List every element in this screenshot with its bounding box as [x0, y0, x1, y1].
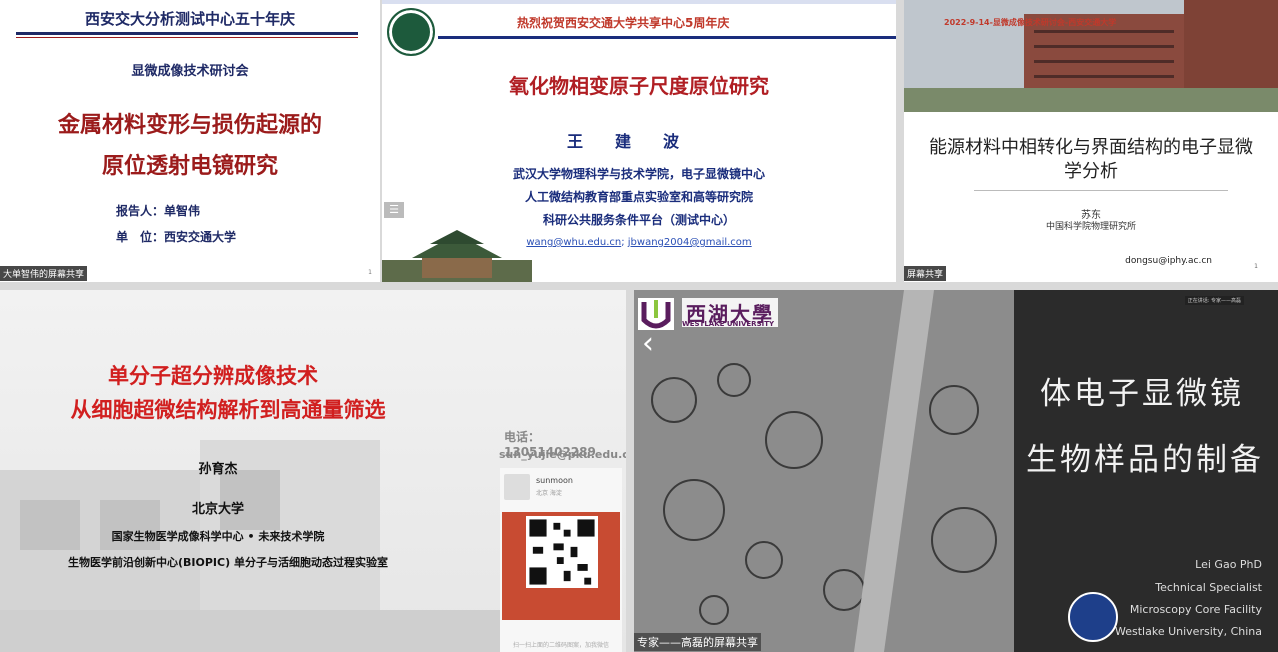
institute: 中国科学院物理研究所: [1045, 222, 1136, 232]
divider: [974, 190, 1228, 191]
affiliation: 单 位：西安交通大学: [116, 230, 237, 244]
slide-title-line2: 原位透射电镜研究: [101, 154, 278, 179]
wechat-card: sunmoon 北京 海淀 扫一扫上面的二维码图案，加我微信: [500, 468, 622, 652]
back-arrow-icon[interactable]: ‹: [642, 326, 654, 361]
facility: Microscopy Core Facility: [1129, 603, 1262, 616]
university: Westlake University, China: [1115, 625, 1262, 638]
slide-panel-5: 西湖大學 WESTLAKE UNIVERSITY ‹ 体电子显微镜 生物样品的制…: [634, 290, 1278, 652]
slide-header: 西安交大分析测试中心五十年庆: [84, 10, 295, 28]
slide-title-line2: 生物样品的制备: [1026, 442, 1264, 478]
divider: [16, 37, 358, 38]
slide-title-line1: 体电子显微镜: [1040, 376, 1244, 412]
slide-panel-1: 西安交大分析测试中心五十年庆 显微成像技术研讨会 金属材料变形与损伤起源的 原位…: [0, 0, 380, 282]
email-link-2[interactable]: jbwang2004@gmail.com: [628, 237, 752, 248]
speaker-indicator: 正在讲话: 专家——高磊: [1184, 296, 1244, 305]
divider: [438, 36, 896, 39]
facility-seal-icon: [1068, 592, 1118, 642]
slide-title-line2: 从细胞超微结构解析到高通量筛选: [70, 398, 386, 422]
slide-title: 氧化物相变原子尺度原位研究: [509, 74, 769, 98]
slide-title-line1: 单分子超分辨成像技术: [108, 364, 318, 388]
divider: [16, 32, 358, 35]
electron-micrograph-image: [634, 290, 1014, 652]
slide-subtitle: 显微成像技术研讨会: [131, 64, 249, 79]
slide-header: 2022-9-14-显微成像技术研讨会-西安交通大学: [944, 18, 1117, 27]
page-number: 1: [1254, 263, 1258, 270]
menu-icon[interactable]: ☰: [384, 202, 404, 218]
slide-title: 能源材料中相转化与界面结构的电子显微学分析: [929, 137, 1253, 182]
email: dongsu@iphy.ac.cn: [1125, 256, 1212, 266]
wechat-location: 北京 海淀: [536, 490, 562, 497]
affiliation-3: 科研公共服务条件平台（测试中心）: [542, 213, 735, 227]
qr-caption: 扫一扫上面的二维码图案，加我微信: [512, 642, 609, 649]
screen-share-label: 大单智伟的屏幕共享: [0, 266, 88, 281]
top-bar: [382, 0, 896, 4]
campus-building-image: [382, 230, 532, 282]
slide-header: 热烈祝贺西安交通大学共享中心5周年庆: [517, 16, 730, 30]
slide-panel-2: 热烈祝贺西安交通大学共享中心5周年庆 氧化物相变原子尺度原位研究 王建波 武汉大…: [382, 0, 896, 282]
presenter-role: Technical Specialist: [1155, 581, 1262, 594]
affiliation-1: 武汉大学物理科学与技术学院，电子显微镜中心: [512, 167, 765, 181]
avatar: [504, 474, 530, 500]
email: sun_yujie@pku.edu.cn: [499, 448, 626, 461]
email-link-1[interactable]: wang@whu.edu.cn: [526, 237, 621, 248]
presenter-name: Lei Gao PhD: [1195, 558, 1262, 571]
qr-background: [502, 512, 620, 620]
wechat-name: sunmoon: [536, 476, 573, 485]
page-number: 1: [368, 269, 372, 276]
slide-panel-4: 单分子超分辨成像技术 从细胞超微结构解析到高通量筛选 孙育杰 北京大学 国家生物…: [0, 290, 626, 652]
qr-code-icon: [526, 516, 598, 588]
slide-panel-3: 2022-9-14-显微成像技术研讨会-西安交通大学 能源材料中相转化与界面结构…: [904, 0, 1278, 282]
screen-share-label: 专家——高磊的屏幕共享: [634, 633, 761, 651]
university-logo-icon: [387, 8, 435, 56]
slide-title-line1: 金属材料变形与损伤起源的: [57, 113, 322, 138]
screen-share-label: 屏幕共享: [904, 266, 947, 281]
reporter: 报告人：单智伟: [116, 204, 201, 218]
university-name-en: WESTLAKE UNIVERSITY: [682, 320, 775, 328]
affiliation-2: 人工微结构教育部重点实验室和高等研究院: [524, 190, 753, 204]
author: 王建波: [566, 132, 711, 151]
